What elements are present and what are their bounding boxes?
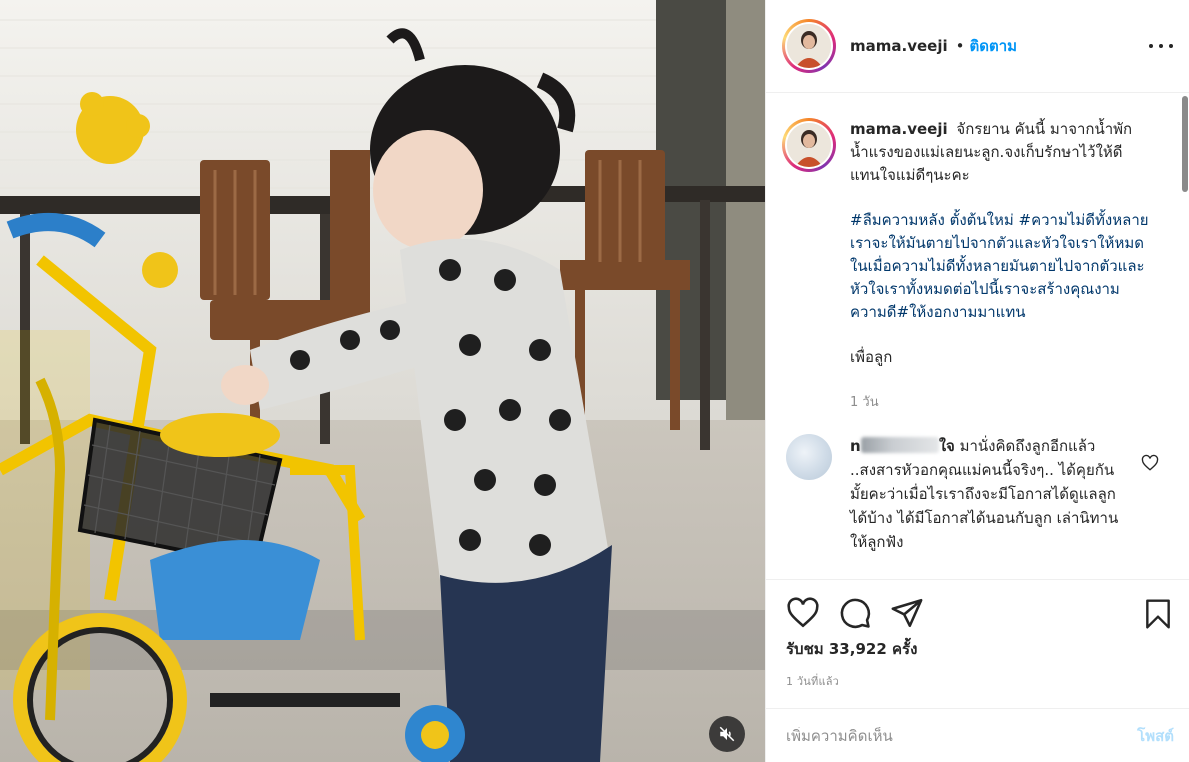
scrollbar-thumb[interactable]	[1182, 96, 1188, 192]
comments-list[interactable]: mama.veeji จักรยาน คันนี้ มาจากน้ำพักน้ำ…	[766, 94, 1174, 578]
post-comment-button[interactable]: โพสต์	[1137, 724, 1174, 748]
caption-age[interactable]: 1 วัน	[850, 391, 1150, 414]
heart-icon[interactable]	[786, 596, 820, 630]
author-avatar-image	[787, 24, 831, 68]
video-frame	[0, 0, 765, 762]
mute-toggle-button[interactable]	[709, 716, 745, 752]
comment-input[interactable]	[786, 726, 1138, 745]
post-actions: รับชม 33,922 ครั้ง 1 วันที่แล้ว	[766, 579, 1189, 689]
share-icon[interactable]	[890, 596, 924, 630]
follow-button[interactable]: ติดตาม	[969, 34, 1017, 58]
view-count[interactable]: รับชม 33,922 ครั้ง	[786, 637, 917, 661]
comment-item: n ใจ มานั่งคิดถึงลูกอีกแล้ว ..สงสารหัวอกค…	[766, 414, 1174, 554]
blurred-username	[860, 437, 939, 453]
comment-like-heart-icon[interactable]	[1141, 454, 1159, 472]
caption-closing: เพื่อลูก	[850, 348, 893, 366]
author-username-link[interactable]: mama.veeji	[850, 37, 948, 55]
caption-author-avatar[interactable]	[782, 118, 836, 172]
post-video[interactable]	[0, 0, 765, 762]
post-timestamp[interactable]: 1 วันที่แล้ว	[786, 672, 839, 690]
author-avatar[interactable]	[782, 19, 836, 73]
caption-username-link[interactable]: mama.veeji	[850, 120, 948, 138]
post-side-panel: mama.veeji • ติดตาม mama.veeji จักรยาน ค…	[765, 0, 1189, 762]
more-options-icon	[1149, 44, 1153, 48]
caption-hashtags[interactable]: #ลืมความหลัง ตั้งต้นใหม่ #ความไม่ดีทั้งห…	[850, 209, 1150, 324]
caption-avatar-image	[787, 123, 831, 167]
more-options-button[interactable]	[1149, 36, 1173, 56]
instagram-post-modal: mama.veeji • ติดตาม mama.veeji จักรยาน ค…	[0, 0, 1189, 762]
commenter-avatar[interactable]	[786, 434, 832, 480]
muted-speaker-icon	[719, 726, 735, 742]
comments-scrollbar[interactable]	[1181, 94, 1189, 578]
bookmark-icon[interactable]	[1142, 597, 1174, 631]
separator-dot: •	[955, 37, 965, 55]
post-header: mama.veeji • ติดตาม	[766, 0, 1189, 93]
post-caption: mama.veeji จักรยาน คันนี้ มาจากน้ำพักน้ำ…	[766, 94, 1174, 414]
add-comment-bar: โพสต์	[766, 708, 1189, 762]
comment-icon[interactable]	[838, 596, 872, 630]
commenter-username-link[interactable]: n ใจ	[850, 437, 955, 455]
